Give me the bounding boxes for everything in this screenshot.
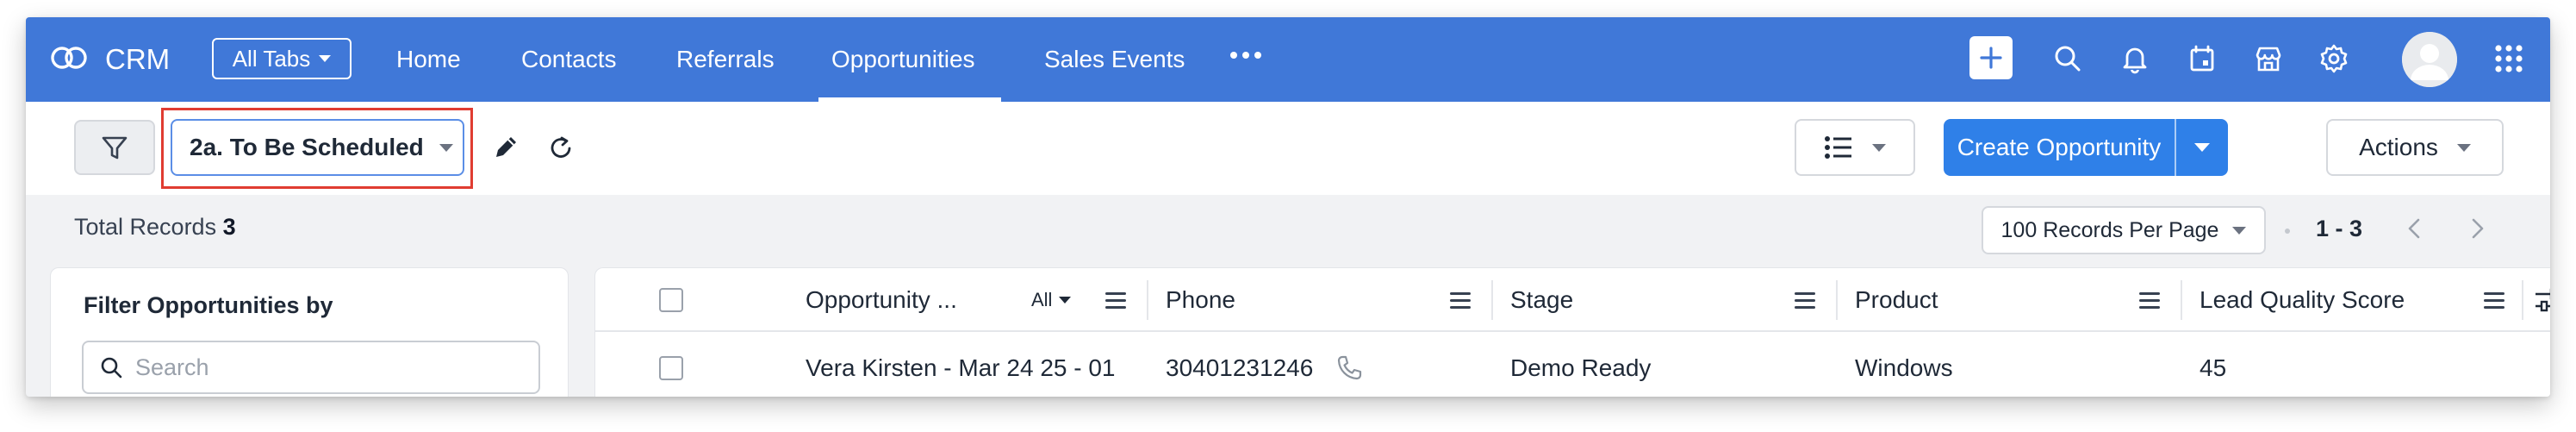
table-header: Opportunity ... All Phone Stage Product: [595, 268, 2550, 332]
list-view-toggle[interactable]: [1795, 119, 1915, 176]
column-header-opportunity[interactable]: Opportunity ...: [806, 268, 957, 332]
list-toolbar: 2a. To Be Scheduled Create Opportunity A…: [26, 102, 2550, 195]
next-page-button[interactable]: [2467, 216, 2488, 246]
page-range: 1 - 3: [2316, 216, 2363, 241]
gear-icon[interactable]: [2318, 42, 2350, 79]
column-header-phone[interactable]: Phone: [1166, 268, 1235, 332]
opportunity-filter-dropdown[interactable]: All: [1031, 268, 1072, 332]
phone-call-icon[interactable]: [1335, 332, 1364, 397]
chevron-down-icon: [2232, 226, 2247, 235]
filter-search-box: [82, 341, 540, 394]
tab-referrals[interactable]: Referrals: [676, 45, 775, 74]
column-menu-icon[interactable]: [2139, 268, 2160, 332]
tab-sales-events[interactable]: Sales Events: [1044, 45, 1185, 74]
cell-product: Windows: [1855, 354, 1953, 381]
filter-panel: Filter Opportunities by: [50, 267, 569, 397]
marketplace-icon[interactable]: [2252, 43, 2285, 78]
chevron-down-icon: [2456, 143, 2471, 152]
create-options-dropdown[interactable]: [2176, 119, 2228, 176]
tab-home[interactable]: Home: [396, 45, 461, 74]
column-label: Lead Quality Score: [2200, 286, 2405, 313]
plus-icon[interactable]: [1969, 36, 2013, 79]
custom-view-selector[interactable]: 2a. To Be Scheduled: [171, 119, 464, 176]
records-per-page-select[interactable]: 100 Records Per Page: [1982, 206, 2266, 254]
cell-stage: Demo Ready: [1510, 354, 1652, 381]
column-label: Stage: [1510, 286, 1574, 313]
apps-grid-icon[interactable]: [2493, 43, 2524, 78]
actions-label: Actions: [2359, 134, 2438, 160]
column-menu-icon[interactable]: [2484, 268, 2504, 332]
all-tabs-label: All Tabs: [232, 45, 311, 72]
funnel-icon: [102, 136, 128, 160]
column-filter-label: All: [1031, 289, 1053, 310]
select-all-checkbox[interactable]: [659, 288, 683, 312]
column-divider: [1836, 280, 1838, 320]
column-settings-icon[interactable]: [2534, 268, 2550, 332]
separator-dot: [2285, 229, 2290, 234]
filter-panel-title: Filter Opportunities by: [84, 292, 333, 318]
table-row[interactable]: Vera Kirsten - Mar 24 25 - 01 3040123124…: [595, 332, 2550, 397]
column-header-lead-quality-score[interactable]: Lead Quality Score: [2200, 268, 2405, 332]
search-icon[interactable]: [2052, 43, 2083, 78]
chevron-right-icon: [2472, 218, 2484, 239]
filter-search-input[interactable]: [135, 354, 514, 381]
actions-dropdown[interactable]: Actions: [2326, 119, 2504, 176]
crm-window: CRM All Tabs Home Contacts Referrals Opp…: [26, 17, 2550, 397]
column-header-product[interactable]: Product: [1855, 268, 1938, 332]
column-header-stage[interactable]: Stage: [1510, 268, 1573, 332]
tab-contacts[interactable]: Contacts: [521, 45, 617, 74]
column-label: Phone: [1166, 286, 1235, 313]
column-divider: [2181, 280, 2182, 320]
records-table: Opportunity ... All Phone Stage Product: [594, 267, 2550, 397]
more-horizontal-icon[interactable]: [1230, 52, 1261, 59]
chevron-down-icon: [319, 55, 332, 62]
column-menu-icon[interactable]: [1795, 268, 1815, 332]
column-divider: [2522, 280, 2523, 320]
crm-logo-icon: [50, 45, 93, 75]
select-all-checkbox-cell: [659, 268, 683, 332]
column-menu-icon[interactable]: [1105, 268, 1126, 332]
chevron-down-icon: [1872, 143, 1886, 152]
cell-phone: 30401231246: [1166, 332, 1313, 397]
crm-logo[interactable]: CRM: [50, 40, 205, 79]
top-navigation-bar: CRM All Tabs Home Contacts Referrals Opp…: [26, 17, 2550, 102]
records-per-page-label: 100 Records Per Page: [2000, 217, 2219, 242]
chevron-down-icon: [2194, 143, 2210, 152]
phone-number[interactable]: 30401231246: [1166, 354, 1313, 382]
create-opportunity-split-button: Create Opportunity: [1944, 119, 2228, 176]
all-tabs-dropdown[interactable]: All Tabs: [212, 38, 352, 79]
list-view-icon: [1825, 136, 1851, 159]
search-icon: [101, 357, 122, 379]
bell-icon[interactable]: [2119, 43, 2150, 78]
app-name: CRM: [105, 43, 171, 75]
column-divider: [1491, 280, 1493, 320]
pencil-icon[interactable]: [491, 133, 520, 166]
column-label: Opportunity ...: [806, 286, 957, 313]
chevron-down-icon: [1059, 297, 1072, 304]
tab-opportunities[interactable]: Opportunities: [831, 45, 975, 74]
total-records-count: 3: [222, 214, 236, 240]
avatar[interactable]: [2402, 32, 2457, 87]
create-opportunity-button[interactable]: Create Opportunity: [1944, 119, 2175, 176]
calendar-icon[interactable]: [2187, 43, 2218, 78]
column-divider: [1147, 280, 1148, 320]
row-checkbox-cell: [659, 332, 683, 397]
refresh-icon[interactable]: [546, 133, 576, 166]
chevron-down-icon: [439, 143, 453, 152]
row-checkbox[interactable]: [659, 356, 683, 380]
total-records-label: Total Records: [74, 214, 223, 240]
column-menu-icon[interactable]: [1450, 268, 1471, 332]
column-label: Product: [1855, 286, 1938, 313]
cell-lead-quality-score: 45: [2200, 354, 2227, 381]
cell-opportunity-name[interactable]: Vera Kirsten - Mar 24 25 - 01: [806, 332, 1116, 397]
filter-toggle-button[interactable]: [74, 120, 155, 175]
chevron-left-icon: [2408, 218, 2420, 239]
previous-page-button[interactable]: [2404, 216, 2424, 246]
custom-view-label: 2a. To Be Scheduled: [190, 134, 424, 160]
total-records: Total Records 3: [74, 214, 236, 241]
